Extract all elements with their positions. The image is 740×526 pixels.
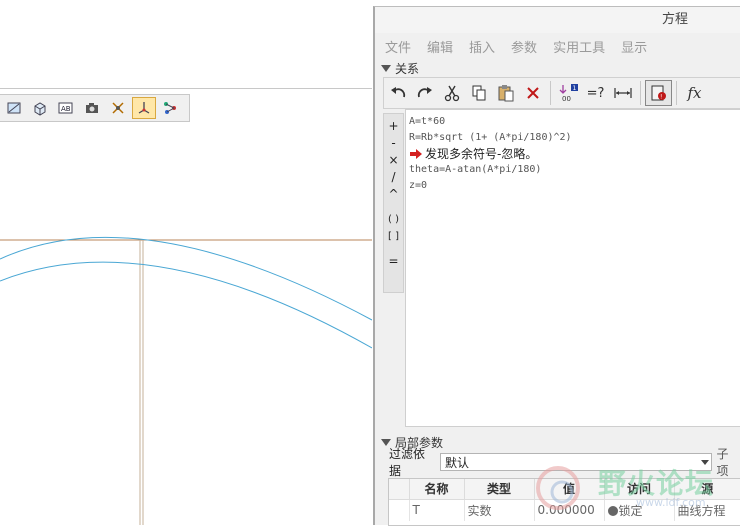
menu-file[interactable]: 文件 xyxy=(385,37,411,56)
relations-label: 关系 xyxy=(395,61,420,76)
dimension-icon[interactable] xyxy=(609,80,636,106)
toolbar-separator xyxy=(550,81,551,105)
col-header-type[interactable]: 类型 xyxy=(464,479,535,500)
cell-name[interactable]: T xyxy=(409,499,465,521)
menu-edit[interactable]: 编辑 xyxy=(427,37,453,56)
cell-type[interactable]: 实数 xyxy=(464,499,535,521)
relation-line[interactable]: R=Rb*sqrt (1+ (A*pi/180)^2) xyxy=(409,130,739,146)
warning-text: 发现多余符号-忽略。 xyxy=(425,147,538,161)
toolbar-separator xyxy=(676,81,677,105)
sort-relations-icon[interactable]: 1 00 xyxy=(555,80,582,106)
warning-line: 发现多余符号-忽略。 xyxy=(409,146,739,162)
svg-text:!: ! xyxy=(660,94,662,101)
op-brackets[interactable]: [ ] xyxy=(388,228,399,245)
forum-watermark: 野火论坛 www.ldf.com xyxy=(528,458,740,520)
verify-label: =? xyxy=(586,85,605,101)
sort-badge-text: 1 xyxy=(572,85,576,92)
shading-icon[interactable] xyxy=(2,97,26,119)
cube-view-icon[interactable] xyxy=(28,97,52,119)
op-power[interactable]: ^ xyxy=(388,186,398,203)
paste-icon[interactable] xyxy=(492,80,519,106)
op-multiply[interactable]: × xyxy=(388,152,398,169)
unit-sensitive-icon[interactable]: ! xyxy=(645,80,672,106)
op-divide[interactable]: / xyxy=(391,169,395,186)
filter-label: 过滤依据 xyxy=(389,447,426,478)
relation-line[interactable]: A=t*60 xyxy=(409,114,739,130)
redo-icon[interactable] xyxy=(411,80,438,106)
filter-value: 默认 xyxy=(445,455,470,470)
op-equals[interactable]: = xyxy=(388,253,398,270)
outer-curve[interactable] xyxy=(0,236,372,321)
delete-icon[interactable] xyxy=(519,80,546,106)
menu-display[interactable]: 显示 xyxy=(621,37,647,56)
relations-toolbar: 1 00 =? ! fx xyxy=(383,77,740,109)
copy-icon[interactable] xyxy=(465,80,492,106)
watermark-logo-icon xyxy=(536,466,580,510)
equation-dialog: 方程 文件 编辑 插入 参数 实用工具 显示 关系 1 00 =? ! fx +… xyxy=(373,6,740,526)
row-header-spacer xyxy=(389,479,410,500)
collapse-triangle-icon xyxy=(381,64,391,72)
insert-function-button[interactable]: fx xyxy=(681,80,708,106)
sort-digits-text: 00 xyxy=(562,95,571,103)
csys-display-icon[interactable] xyxy=(132,97,156,119)
menu-insert[interactable]: 插入 xyxy=(469,37,495,56)
menu-utilities[interactable]: 实用工具 xyxy=(553,37,605,56)
op-plus[interactable]: + xyxy=(388,118,398,135)
col-header-name[interactable]: 名称 xyxy=(409,479,465,500)
datum-off-icon[interactable] xyxy=(106,97,130,119)
annotation-icon[interactable]: AB xyxy=(54,97,78,119)
relation-line[interactable]: theta=A-atan(A*pi/180) xyxy=(409,162,739,178)
op-parentheses[interactable]: ( ) xyxy=(388,211,399,228)
relation-line[interactable]: z=0 xyxy=(409,178,739,194)
point-display-icon[interactable] xyxy=(158,97,182,119)
operator-palette: + - × / ^ ( ) [ ] = xyxy=(383,113,404,293)
relations-editor[interactable]: A=t*60 R=Rb*sqrt (1+ (A*pi/180)^2) 发现多余符… xyxy=(405,109,740,427)
dialog-title: 方程 xyxy=(375,7,740,33)
inner-curve[interactable] xyxy=(0,261,372,349)
undo-icon[interactable] xyxy=(384,80,411,106)
dialog-menu-bar: 文件 编辑 插入 参数 实用工具 显示 xyxy=(375,33,740,59)
cut-icon[interactable] xyxy=(438,80,465,106)
menu-parameters[interactable]: 参数 xyxy=(511,37,537,56)
verify-relations-button[interactable]: =? xyxy=(582,80,609,106)
relations-body: + - × / ^ ( ) [ ] = A=t*60 R=Rb*sqrt (1+… xyxy=(383,109,740,427)
relations-section-header[interactable]: 关系 xyxy=(375,59,740,77)
fx-label: fx xyxy=(687,84,702,102)
watermark-url: www.ldf.com xyxy=(636,496,706,509)
cad-toolbar: AB xyxy=(0,94,190,122)
op-minus[interactable]: - xyxy=(391,135,395,152)
camera-icon[interactable] xyxy=(80,97,104,119)
toolbar-separator xyxy=(640,81,641,105)
sketch-canvas[interactable] xyxy=(0,0,372,525)
warning-arrow-icon xyxy=(410,149,422,159)
row-marker xyxy=(389,499,410,521)
svg-text:AB: AB xyxy=(61,105,71,113)
